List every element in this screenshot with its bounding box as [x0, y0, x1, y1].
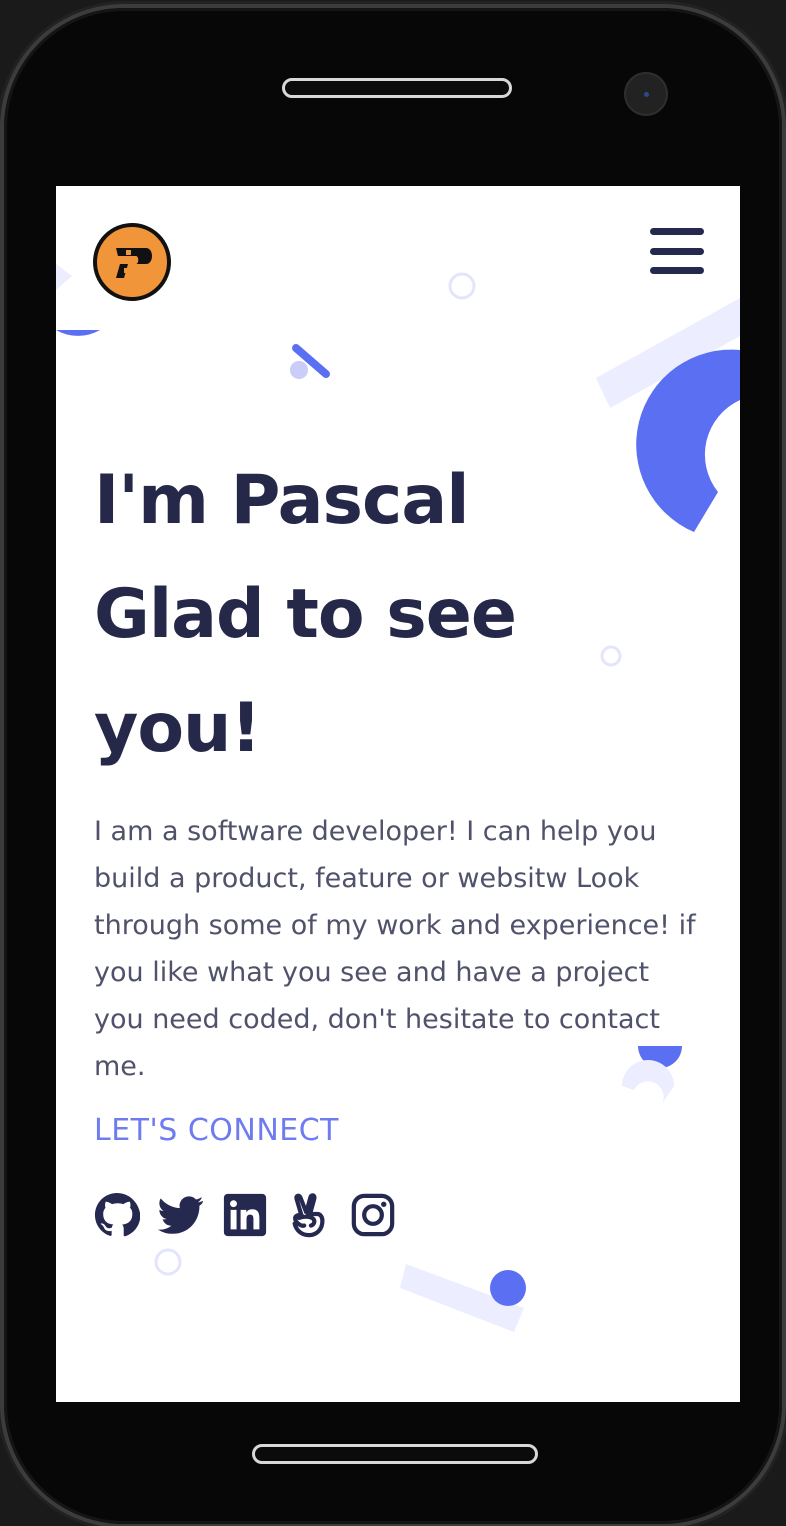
- phone-frame: I'm Pascal Glad to see you! I am a softw…: [4, 8, 782, 1524]
- hamburger-menu-icon[interactable]: [650, 228, 704, 274]
- earpiece-speaker: [282, 78, 512, 98]
- menu-bar: [650, 267, 704, 274]
- twitter-link[interactable]: [158, 1192, 204, 1238]
- github-icon: [94, 1192, 140, 1237]
- front-camera: [624, 72, 668, 116]
- instagram-link[interactable]: [350, 1192, 396, 1238]
- headline-line-3: you!: [94, 689, 261, 768]
- hero-intro-text: I am a software developer! I can help yo…: [94, 816, 696, 1082]
- instagram-icon: [351, 1193, 395, 1237]
- screen: I'm Pascal Glad to see you! I am a softw…: [56, 186, 740, 1402]
- angellist-link[interactable]: [286, 1192, 332, 1238]
- github-link[interactable]: [94, 1192, 140, 1238]
- logo-p-mark-icon: [116, 248, 152, 278]
- headline-line-2: Glad to see: [94, 575, 517, 654]
- angellist-icon: [292, 1193, 325, 1238]
- lets-connect-link[interactable]: LET'S CONNECT: [94, 1113, 339, 1148]
- social-links: [94, 1192, 396, 1238]
- menu-bar: [650, 247, 704, 255]
- home-button[interactable]: [252, 1444, 538, 1464]
- twitter-icon: [158, 1196, 204, 1234]
- site-logo[interactable]: [93, 223, 171, 301]
- hero-headline: I'm Pascal Glad to see you!: [94, 444, 654, 786]
- headline-line-1: I'm Pascal: [94, 461, 470, 540]
- menu-bar: [650, 228, 704, 235]
- linkedin-icon: [223, 1193, 267, 1237]
- linkedin-link[interactable]: [222, 1192, 268, 1238]
